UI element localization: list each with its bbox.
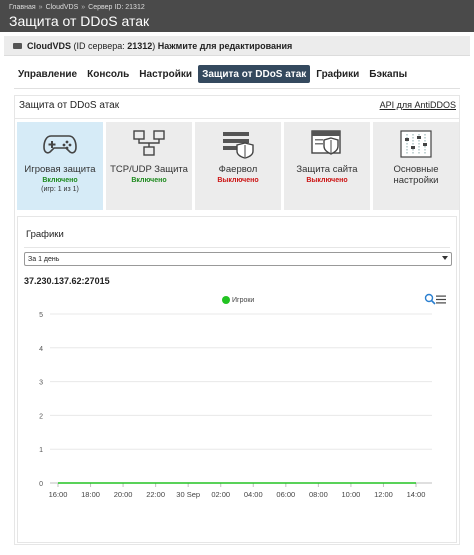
y-tick-label: 1 xyxy=(39,447,43,454)
card-status: Выключено xyxy=(217,177,259,184)
card-label: TCP/UDP Защита xyxy=(110,164,188,175)
card-label: Основные xyxy=(393,164,439,175)
x-tick-label: 02:00 xyxy=(211,490,230,499)
website-shield-icon xyxy=(307,128,347,160)
sliders-icon xyxy=(396,128,436,160)
x-tick-label: 06:00 xyxy=(276,490,295,499)
card-firewall[interactable]: Фаервол Выключено xyxy=(195,122,281,210)
breadcrumb-server: Сервер ID: 21312 xyxy=(88,4,145,11)
x-tick-label: 18:00 xyxy=(81,490,100,499)
breadcrumb-home[interactable]: Главная xyxy=(9,4,36,11)
firewall-icon xyxy=(218,128,258,160)
y-tick-label: 4 xyxy=(39,346,43,353)
panel-title: Защита от DDoS атак xyxy=(19,100,120,111)
card-label: Фаервол xyxy=(218,164,258,175)
breadcrumb-cloudvds[interactable]: CloudVDS xyxy=(46,4,79,11)
x-tick-label: 30 Sep xyxy=(176,490,200,499)
y-tick-label: 0 xyxy=(39,481,43,488)
panel-divider xyxy=(15,118,459,119)
x-tick-label: 04:00 xyxy=(244,490,263,499)
x-tick-label: 20:00 xyxy=(114,490,133,499)
card-status: Включено xyxy=(131,177,167,184)
tab-management[interactable]: Управление xyxy=(14,65,81,83)
card-label: Игровая защита xyxy=(24,164,96,175)
edit-hint[interactable]: Нажмите для редактирования xyxy=(158,41,292,51)
tab-ddos-protection[interactable]: Защита от DDoS атак xyxy=(198,65,311,83)
card-note: (игр: 1 из 1) xyxy=(41,186,79,193)
x-tick-label: 12:00 xyxy=(374,490,393,499)
players-chart: 0 1 2 3 4 5 16:00 18:00 20:00 22:00 30 Sep 02:00 04:… xyxy=(39,312,432,499)
card-general-settings[interactable]: Основные настройки xyxy=(373,122,459,210)
network-icon xyxy=(129,128,169,160)
x-tick-label: 14:00 xyxy=(407,490,426,499)
protection-cards: Игровая защита Включено (игр: 1 из 1) TC… xyxy=(17,122,459,210)
card-tcp-udp-protection[interactable]: TCP/UDP Защита Включено xyxy=(106,122,192,210)
tab-graphs[interactable]: Графики xyxy=(312,65,363,83)
y-tick-label: 3 xyxy=(39,380,43,387)
breadcrumb: Главная » CloudVDS » Сервер ID: 21312 xyxy=(9,4,145,11)
server-bar[interactable]: CloudVDS (ID сервера: 21312 ) Нажмите дл… xyxy=(4,36,470,56)
graphs-section: Графики За 1 день 37.230.137.62:27015 Иг… xyxy=(17,216,457,543)
api-antiddos-link[interactable]: API для AntiDDOS xyxy=(380,100,456,110)
ddos-panel: Защита от DDoS атак API для AntiDDOS Игр… xyxy=(14,95,460,545)
tab-console[interactable]: Консоль xyxy=(83,65,133,83)
x-tick-label: 16:00 xyxy=(49,490,68,499)
card-status: Включено xyxy=(42,177,78,184)
breadcrumb-separator: » xyxy=(81,4,86,11)
gamepad-icon xyxy=(40,128,80,160)
x-tick-label: 22:00 xyxy=(146,490,165,499)
card-label: Защита сайта xyxy=(296,164,358,175)
server-icon xyxy=(13,42,22,49)
server-id-value: 21312 xyxy=(127,40,153,51)
breadcrumb-separator: » xyxy=(38,4,43,11)
page-title: Защита от DDoS атак xyxy=(9,13,150,29)
card-game-protection[interactable]: Игровая защита Включено (игр: 1 из 1) xyxy=(17,122,103,210)
tab-backups[interactable]: Бэкапы xyxy=(365,65,411,83)
card-website-protection[interactable]: Защита сайта Выключено xyxy=(284,122,370,210)
card-label-line2: настройки xyxy=(393,175,439,186)
server-name: CloudVDS xyxy=(27,40,71,51)
tab-bar: Управление Консоль Настройки Защита от D… xyxy=(14,65,411,83)
y-tick-label: 2 xyxy=(39,413,43,420)
server-id-suffix: ) xyxy=(152,40,156,51)
tab-settings[interactable]: Настройки xyxy=(135,65,196,83)
y-tick-label: 5 xyxy=(39,312,43,319)
server-id-prefix: (ID сервера: xyxy=(73,40,125,51)
card-status: Выключено xyxy=(306,177,348,184)
top-header: Главная » CloudVDS » Сервер ID: 21312 За… xyxy=(0,0,474,32)
tabs-divider xyxy=(14,88,460,89)
x-tick-label: 08:00 xyxy=(309,490,328,499)
x-tick-label: 10:00 xyxy=(342,490,361,499)
